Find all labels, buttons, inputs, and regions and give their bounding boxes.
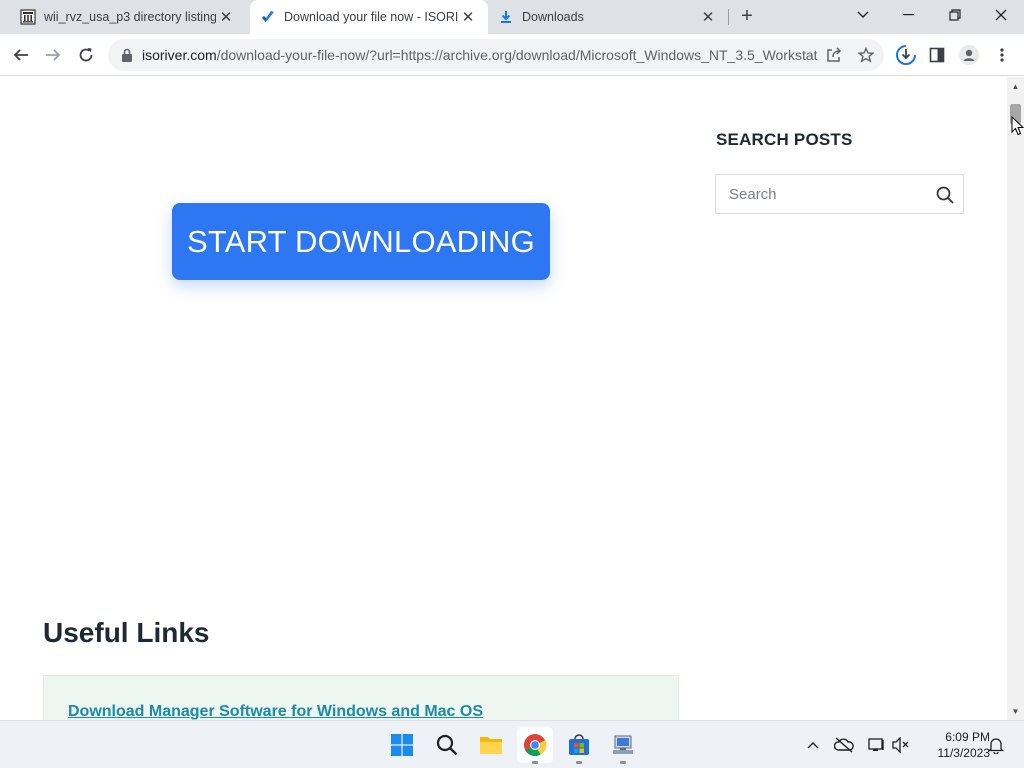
network-icon[interactable] <box>867 735 887 755</box>
window-close-button[interactable] <box>979 0 1023 30</box>
tab-isoriver-download[interactable]: Download your file now - ISORIVER ✕ <box>250 0 488 34</box>
minimize-button[interactable] <box>887 0 931 30</box>
arrow-right-icon <box>46 49 61 61</box>
minimize-icon <box>903 14 914 16</box>
system-clock[interactable]: 6:09 PM 11/3/2023 <box>918 729 991 761</box>
search-icon[interactable] <box>935 185 955 205</box>
download-icon <box>498 9 514 25</box>
clock-time: 6:09 PM <box>945 730 990 744</box>
forward-button[interactable] <box>40 42 66 68</box>
avatar-icon <box>959 45 979 65</box>
downloads-button[interactable] <box>893 42 919 68</box>
download-progress-icon <box>896 45 916 65</box>
search-input[interactable] <box>716 175 926 213</box>
store-icon <box>569 734 589 755</box>
close-icon[interactable]: ✕ <box>698 7 718 27</box>
more-vertical-icon <box>1000 48 1004 62</box>
chevron-down-icon <box>857 11 869 18</box>
store-button[interactable] <box>561 727 597 764</box>
vertical-scrollbar[interactable]: ▲ ▼ <box>1007 77 1024 720</box>
profile-button[interactable] <box>956 42 982 68</box>
tab-title: Downloads <box>522 10 584 24</box>
file-explorer-icon <box>480 737 502 754</box>
scroll-up-arrow[interactable]: ▲ <box>1007 78 1024 94</box>
clock-date: 11/3/2023 <box>937 746 991 760</box>
side-panel-icon <box>929 47 945 63</box>
tab-title: Download your file now - ISORIVER <box>284 10 458 24</box>
volume-muted-icon[interactable] <box>891 735 911 755</box>
back-button[interactable] <box>8 42 34 68</box>
tab-title: wii_rvz_usa_p3 directory listing <box>44 10 216 24</box>
url-path: /download-your-file-now/?url=https://arc… <box>216 47 818 63</box>
onedrive-icon[interactable] <box>834 735 854 755</box>
chevron-up-icon <box>807 742 819 749</box>
remote-desktop-icon <box>613 735 633 754</box>
close-icon[interactable]: ✕ <box>458 7 478 27</box>
scroll-down-arrow[interactable]: ▼ <box>1007 703 1024 719</box>
share-icon[interactable] <box>824 45 844 65</box>
start-button[interactable] <box>384 727 420 763</box>
restore-icon <box>949 9 961 21</box>
start-icon <box>391 734 413 756</box>
tab-separator <box>728 9 729 25</box>
reload-button[interactable] <box>73 42 99 68</box>
useful-links-box: Download Manager Software for Windows an… <box>43 675 679 720</box>
restore-button[interactable] <box>933 0 977 30</box>
lock-icon <box>122 48 132 62</box>
page-viewport: START DOWNLOADING SEARCH POSTS Useful Li… <box>0 77 1007 720</box>
useful-links-heading: Useful Links <box>43 617 210 648</box>
close-icon[interactable]: ✕ <box>216 7 236 27</box>
tab-search-button[interactable] <box>841 0 885 30</box>
archive-icon <box>20 9 36 25</box>
address-bar[interactable]: isoriver.com/download-your-file-now/?url… <box>108 39 884 71</box>
browser-toolbar: isoriver.com/download-your-file-now/?url… <box>0 34 1024 76</box>
remote-desktop-button[interactable] <box>605 727 641 764</box>
url-host: isoriver.com <box>142 47 217 63</box>
side-panel-button[interactable] <box>924 42 950 68</box>
arrow-left-icon <box>13 49 28 61</box>
menu-button[interactable] <box>989 42 1015 68</box>
tab-downloads[interactable]: Downloads ✕ <box>488 0 728 34</box>
search-icon <box>436 734 458 756</box>
close-icon <box>995 9 1007 21</box>
reload-icon <box>79 48 93 62</box>
download-manager-link[interactable]: Download Manager Software for Windows an… <box>68 703 483 720</box>
taskbar-search-button[interactable] <box>429 727 465 763</box>
chrome-icon <box>524 734 547 756</box>
new-tab-button[interactable]: + <box>736 6 758 28</box>
file-explorer-button[interactable] <box>473 727 509 763</box>
search-form <box>715 174 964 214</box>
sidebar-title: SEARCH POSTS <box>716 130 853 149</box>
notifications-bell-icon[interactable] <box>986 735 1006 755</box>
isoriver-icon <box>260 9 276 25</box>
tab-archive-listing[interactable]: wii_rvz_usa_p3 directory listing ✕ <box>0 0 246 34</box>
start-downloading-button[interactable]: START DOWNLOADING <box>172 203 550 280</box>
chrome-button[interactable] <box>517 727 553 764</box>
bookmark-star-icon[interactable] <box>856 45 876 65</box>
url-text[interactable]: isoriver.com/download-your-file-now/?url… <box>142 39 818 71</box>
windows-taskbar: 6:09 PM 11/3/2023 <box>0 720 1024 768</box>
mouse-cursor-icon <box>1011 116 1024 136</box>
show-hidden-icons-button[interactable] <box>803 735 823 755</box>
tab-strip: wii_rvz_usa_p3 directory listing ✕ Downl… <box>0 0 1024 34</box>
